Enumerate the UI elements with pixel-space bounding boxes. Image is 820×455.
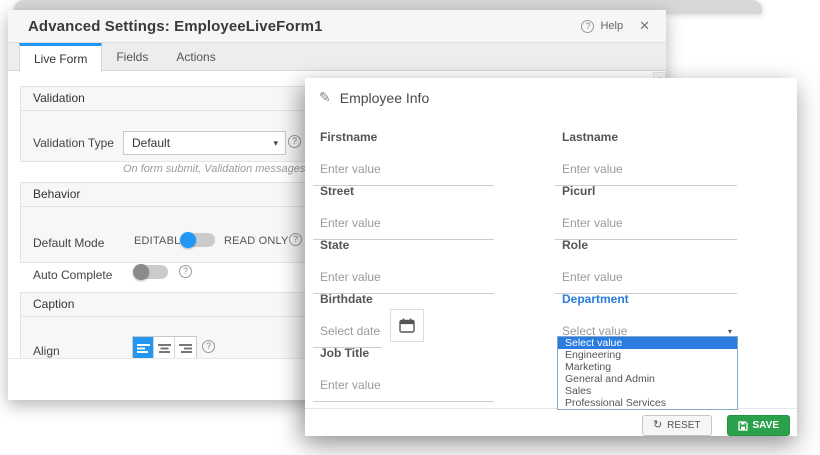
field-state: State Enter value [313, 238, 494, 294]
read-only-label: READ ONLY [224, 235, 289, 247]
lastname-placeholder: Enter value [562, 162, 623, 176]
pencil-icon[interactable]: ✎ [319, 89, 331, 106]
lastname-input[interactable]: Enter value [555, 155, 737, 186]
calendar-icon [399, 318, 415, 333]
auto-complete-toggle[interactable] [134, 265, 168, 279]
tab-fields[interactable]: Fields [102, 43, 162, 70]
align-button-group [132, 336, 197, 360]
default-mode-help-icon[interactable]: ? [289, 233, 302, 246]
select-caret-icon: ▾ [273, 138, 278, 149]
department-label: Department [555, 292, 737, 306]
dropdown-option-engineering[interactable]: Engineering [558, 349, 737, 361]
save-disk-icon [738, 421, 748, 431]
birthdate-input[interactable]: Select date [313, 317, 382, 348]
department-caret-icon: ▾ [728, 327, 732, 336]
picurl-input[interactable]: Enter value [555, 209, 737, 240]
save-button[interactable]: SAVE [727, 415, 791, 436]
field-picurl: Picurl Enter value [555, 184, 737, 240]
save-button-label: SAVE [753, 420, 780, 431]
help-icon[interactable]: ? [581, 20, 594, 33]
street-placeholder: Enter value [320, 216, 381, 230]
align-center-icon [158, 343, 171, 354]
align-right-button[interactable] [175, 337, 196, 359]
dropdown-option-select-value[interactable]: Select value [558, 337, 737, 349]
field-birthdate: Birthdate Select date [313, 292, 494, 348]
panel-header: ✎ Employee Info [319, 89, 429, 106]
dropdown-option-general-and-admin[interactable]: General and Admin [558, 373, 737, 385]
field-job-title: Job Title Enter value [313, 346, 494, 402]
role-placeholder: Enter value [562, 270, 623, 284]
employee-info-panel: ✎ Employee Info Firstname Enter value La… [305, 78, 797, 436]
auto-complete-label: Auto Complete [33, 268, 112, 282]
lastname-label: Lastname [555, 130, 737, 144]
validation-type-label: Validation Type [33, 136, 114, 150]
calendar-button[interactable] [390, 309, 424, 342]
align-right-icon [179, 343, 192, 354]
street-label: Street [313, 184, 494, 198]
street-input[interactable]: Enter value [313, 209, 494, 240]
field-lastname: Lastname Enter value [555, 130, 737, 186]
panel-title: Employee Info [340, 90, 430, 106]
dropdown-option-sales[interactable]: Sales [558, 385, 737, 397]
align-help-icon[interactable]: ? [202, 340, 215, 353]
help-link[interactable]: Help [600, 20, 623, 32]
job-title-input[interactable]: Enter value [313, 371, 494, 402]
picurl-placeholder: Enter value [562, 216, 623, 230]
birthdate-placeholder: Select date [320, 324, 380, 338]
state-label: State [313, 238, 494, 252]
align-left-button[interactable] [133, 337, 154, 359]
role-label: Role [555, 238, 737, 252]
field-firstname: Firstname Enter value [313, 130, 494, 186]
tab-actions[interactable]: Actions [162, 43, 229, 70]
align-left-icon [137, 343, 150, 354]
field-street: Street Enter value [313, 184, 494, 240]
role-input[interactable]: Enter value [555, 263, 737, 294]
default-mode-label: Default Mode [33, 236, 104, 250]
validation-type-value: Default [132, 136, 170, 150]
validation-type-select[interactable]: Default ▾ [123, 131, 286, 155]
dialog-title: Advanced Settings: EmployeeLiveForm1 [28, 18, 323, 35]
state-placeholder: Enter value [320, 270, 381, 284]
firstname-label: Firstname [313, 130, 494, 144]
align-label: Align [33, 344, 60, 358]
panel-footer: ↻ RESET SAVE [305, 408, 797, 436]
dropdown-option-marketing[interactable]: Marketing [558, 361, 737, 373]
firstname-placeholder: Enter value [320, 162, 381, 176]
reset-button[interactable]: ↻ RESET [642, 415, 712, 436]
state-input[interactable]: Enter value [313, 263, 494, 294]
refresh-icon: ↻ [653, 420, 662, 431]
tab-bar: Live Form Fields Actions [8, 43, 666, 71]
firstname-input[interactable]: Enter value [313, 155, 494, 186]
default-mode-toggle[interactable] [181, 233, 215, 247]
dialog-titlebar: Advanced Settings: EmployeeLiveForm1 ? H… [8, 10, 666, 43]
reset-button-label: RESET [667, 420, 700, 431]
picurl-label: Picurl [555, 184, 737, 198]
toggle-knob [133, 264, 149, 280]
close-icon[interactable]: ✕ [639, 18, 650, 34]
validation-help-icon[interactable]: ? [288, 135, 301, 148]
birthdate-label: Birthdate [313, 292, 494, 306]
auto-complete-help-icon[interactable]: ? [179, 265, 192, 278]
job-title-label: Job Title [313, 346, 494, 360]
toggle-knob [180, 232, 196, 248]
screen: Advanced Settings: EmployeeLiveForm1 ? H… [0, 0, 820, 455]
align-center-button[interactable] [154, 337, 175, 359]
department-dropdown-list: Select value Engineering Marketing Gener… [557, 336, 738, 410]
job-title-placeholder: Enter value [320, 378, 381, 392]
dropdown-option-professional-services[interactable]: Professional Services [558, 397, 737, 409]
tab-live-form[interactable]: Live Form [19, 43, 102, 72]
field-role: Role Enter value [555, 238, 737, 294]
